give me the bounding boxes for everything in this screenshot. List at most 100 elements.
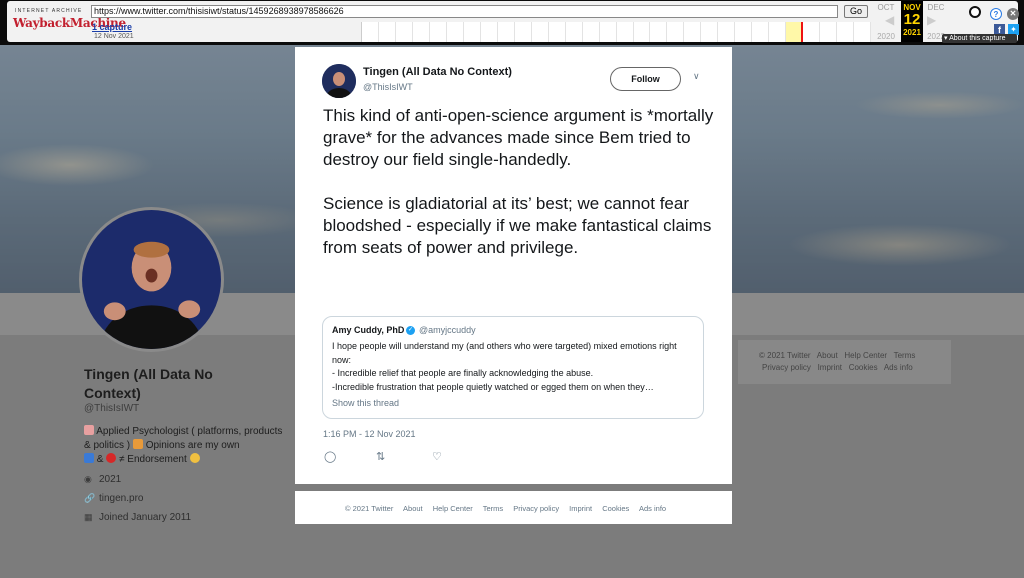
footer-link-privacy[interactable]: Privacy policy: [513, 504, 559, 513]
wayback-captures-link[interactable]: 1 capture: [92, 22, 132, 32]
help-icon[interactable]: ?: [990, 8, 1002, 20]
footer-link-terms[interactable]: Terms: [483, 504, 503, 513]
face-icon: [189, 453, 200, 463]
cur-day-label: 12: [903, 11, 921, 28]
tweet-actions: ◯ ⇅ ♡: [323, 450, 473, 464]
heart-icon[interactable]: ♡: [432, 450, 442, 463]
spark-cell: [396, 22, 413, 42]
calendar-icon: ▦: [84, 512, 93, 522]
profile-joined-text: Joined January 2011: [99, 512, 192, 523]
spark-cell: [684, 22, 702, 42]
footer-link-imprint[interactable]: Imprint: [569, 504, 592, 513]
next-arrow-icon[interactable]: ▶: [927, 13, 936, 27]
wayback-url-input[interactable]: https://www.twitter.com/thisisiwt/status…: [91, 5, 838, 18]
tweet-author-name[interactable]: Tingen (All Data No Context): [363, 66, 512, 78]
side-footer-link[interactable]: Ads info: [884, 363, 913, 372]
user-icon[interactable]: [969, 6, 981, 18]
spark-cell: [650, 22, 668, 42]
follow-button[interactable]: Follow: [610, 67, 681, 91]
about-capture-label: About this capture: [949, 35, 1006, 42]
chevron-down-icon[interactable]: ∨: [693, 71, 700, 82]
link-icon: 🔗: [84, 493, 96, 503]
wayback-sparkline[interactable]: [361, 22, 872, 42]
tweet-card: Tingen (All Data No Context) @ThisIsIWT …: [295, 47, 732, 484]
prev-arrow-icon[interactable]: ◀: [885, 13, 894, 27]
quoted-line: -Incredible frustration that people quie…: [332, 381, 654, 392]
profile-location-text: 2021: [99, 474, 122, 485]
prev-year-label[interactable]: 2020: [874, 32, 898, 41]
profile-website[interactable]: 🔗 tingen.pro: [84, 493, 143, 504]
side-footer-row-1: © 2021 Twitter About Help Center Terms: [759, 351, 915, 360]
tweet-text: This kind of anti-open-science argument …: [323, 106, 714, 257]
tweet-timestamp[interactable]: 1:16 PM - 12 Nov 2021: [323, 429, 416, 439]
side-footer-link[interactable]: About: [817, 351, 838, 360]
retweet-icon[interactable]: ⇅: [376, 450, 385, 463]
wayback-calendar: OCT ◀ NOV 12 2021 DEC ▶ 2020 2022: [871, 1, 947, 42]
quoted-line: - Incredible relief that people are fina…: [332, 368, 594, 378]
tweet-author-avatar[interactable]: [322, 64, 356, 98]
tweet-author-handle[interactable]: @ThisIsIWT: [363, 82, 413, 92]
spark-cell: [464, 22, 481, 42]
spark-cell: [803, 22, 821, 42]
location-icon: ◉: [84, 474, 92, 484]
bio-line-2: &: [96, 454, 104, 465]
side-footer-link[interactable]: Help Center: [844, 351, 887, 360]
spark-cell: [362, 22, 379, 42]
heart-emoji-icon: [106, 453, 117, 463]
footer-link-ads[interactable]: Ads info: [639, 504, 666, 513]
side-footer-link[interactable]: Terms: [894, 351, 916, 360]
spark-cell: [617, 22, 634, 42]
quoted-tweet[interactable]: Amy Cuddy, PhD ✓ @amyjccuddy I hope peop…: [322, 316, 704, 419]
tweet-footer: © 2021 Twitter About Help Center Terms P…: [295, 491, 732, 524]
brain-icon: [84, 425, 94, 435]
footer-links: © 2021 Twitter About Help Center Terms P…: [345, 504, 674, 513]
about-capture-button[interactable]: ▾ About this capture: [942, 34, 1017, 43]
footer-link-about[interactable]: About: [403, 504, 423, 513]
footer-copyright: © 2021 Twitter: [345, 504, 394, 513]
footer-link-help[interactable]: Help Center: [433, 504, 473, 513]
cur-year-label: 2021: [903, 28, 921, 37]
spark-cell: [634, 22, 651, 42]
side-footer-link[interactable]: Privacy policy: [762, 363, 811, 372]
close-icon[interactable]: ✕: [1007, 8, 1019, 20]
spark-cell: [701, 22, 719, 42]
spark-cell: [566, 22, 583, 42]
profile-bio: Applied Psychologist ( platforms, produc…: [84, 425, 284, 467]
side-footer-link[interactable]: Imprint: [818, 363, 842, 372]
quoted-author-handle: @amyjccuddy: [419, 325, 476, 335]
profile-location: ◉ 2021: [84, 474, 121, 485]
wayback-logo-top: INTERNET ARCHIVE: [15, 8, 83, 14]
spark-cell: [447, 22, 464, 42]
next-month-label[interactable]: DEC: [924, 3, 948, 12]
wayback-icons: ? ✕ f ✦: [969, 4, 1019, 38]
profile-website-text[interactable]: tingen.pro: [99, 493, 143, 504]
side-footer-link[interactable]: © 2021 Twitter: [759, 351, 811, 360]
reply-icon[interactable]: ◯: [324, 450, 336, 463]
spark-cell: [718, 22, 736, 42]
spark-cell: [413, 22, 430, 42]
wayback-capture-date: 12 Nov 2021: [94, 33, 134, 40]
spark-cell: [600, 22, 617, 42]
spark-cell: [854, 22, 872, 42]
spark-cell: [583, 22, 600, 42]
footer-link-cookies[interactable]: Cookies: [602, 504, 629, 513]
spark-cell: [752, 22, 770, 42]
profile-handle: @ThisIsIWT: [84, 403, 140, 414]
profile-name: Tingen (All Data No Context): [84, 366, 213, 401]
wayback-panel: INTERNET ARCHIVE WaybackMachine https://…: [7, 1, 1019, 42]
hand-icon: [132, 439, 143, 449]
quoted-tweet-text: I hope people will understand my (and ot…: [332, 340, 692, 394]
wayback-logo[interactable]: INTERNET ARCHIVE WaybackMachine: [13, 6, 126, 36]
spark-cell: [820, 22, 838, 42]
quoted-line: I hope people will understand my (and ot…: [332, 341, 677, 365]
show-thread-link[interactable]: Show this thread: [332, 398, 399, 408]
prev-month-label[interactable]: OCT: [874, 3, 898, 12]
side-footer-link[interactable]: Cookies: [849, 363, 878, 372]
profile-avatar[interactable]: [79, 207, 224, 352]
spark-cell: [769, 22, 787, 42]
bio-line-2-tail: ≠ Endorsement: [119, 454, 187, 465]
spark-cell: [430, 22, 447, 42]
wayback-go-button[interactable]: Go: [844, 5, 868, 18]
wayback-toolbar: INTERNET ARCHIVE WaybackMachine https://…: [0, 0, 1024, 45]
spark-cell: [532, 22, 549, 42]
